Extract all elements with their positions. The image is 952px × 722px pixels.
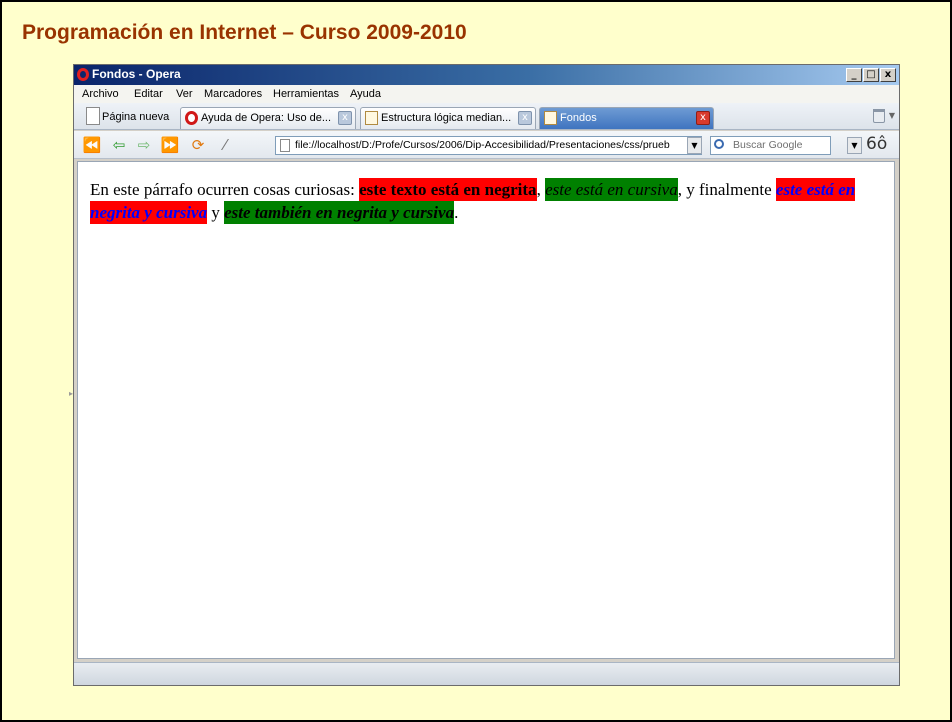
menu-editar[interactable]: Editar [134, 88, 163, 100]
address-input[interactable]: file://localhost/D:/Profe/Cursos/2006/Di… [295, 139, 680, 151]
glasses-icon[interactable]: 6ô [866, 134, 887, 154]
menu-bar: Archivo Editar Ver Marcadores Herramient… [74, 85, 899, 103]
title-bar[interactable]: Fondos - Opera _ □ x [74, 65, 899, 85]
document-icon [365, 111, 378, 125]
paragraph: En este párrafo ocurren cosas curiosas: … [90, 178, 884, 224]
menu-ver[interactable]: Ver [176, 88, 193, 100]
separator-text: , [536, 180, 546, 199]
bold-red-text: este texto está en negrita [359, 178, 537, 201]
new-page-label: Página nueva [102, 111, 170, 123]
page-content: En este párrafo ocurren cosas curiosas: … [77, 161, 895, 659]
address-bar[interactable]: file://localhost/D:/Profe/Cursos/2006/Di… [275, 136, 702, 155]
window-title: Fondos - Opera [92, 67, 181, 81]
search-icon [714, 139, 724, 149]
tab-bar: Página nueva Ayuda de Opera: Uso de... x… [74, 103, 899, 130]
new-page-button[interactable]: Página nueva [82, 107, 178, 129]
slide-title: Programación en Internet – Curso 2009-20… [22, 21, 467, 44]
tab-opera-help[interactable]: Ayuda de Opera: Uso de... x [180, 107, 356, 129]
document-icon [544, 111, 557, 125]
maximize-button[interactable]: □ [863, 68, 879, 82]
tab-close-icon[interactable]: x [696, 111, 710, 125]
tab-label: Fondos [560, 112, 597, 124]
tab-label: Estructura lógica median... [381, 112, 512, 124]
slide: Programación en Internet – Curso 2009-20… [0, 0, 952, 722]
search-box[interactable]: Buscar Google [710, 136, 831, 155]
back-icon[interactable]: ⇦ [109, 136, 129, 154]
reload-icon[interactable]: ⟳ [188, 136, 208, 154]
italic-green-text: este está en cursiva [545, 178, 678, 201]
panel-handle-icon[interactable]: ▸ [69, 389, 73, 398]
opera-window: Fondos - Opera _ □ x Archivo Editar Ver … [69, 64, 900, 686]
intro-text: En este párrafo ocurren cosas curiosas: [90, 180, 360, 199]
status-bar [74, 662, 899, 685]
fast-forward-icon[interactable]: ⏩ [160, 136, 180, 154]
tab-label: Ayuda de Opera: Uso de... [201, 112, 332, 124]
separator-text: , y finalmente [677, 180, 776, 199]
separator-text: y [207, 203, 225, 222]
new-page-icon [86, 107, 100, 125]
tab-fondos[interactable]: Fondos x [539, 107, 714, 129]
menu-archivo[interactable]: Archivo [82, 88, 119, 100]
menu-ayuda[interactable]: Ayuda [350, 88, 381, 100]
bold-italic-green-text: este también en negrita y cursiva [224, 201, 455, 224]
opera-icon [185, 111, 198, 125]
trash-dropdown-icon[interactable]: ▼ [889, 111, 895, 120]
minimize-button[interactable]: _ [846, 68, 862, 82]
menu-marcadores[interactable]: Marcadores [204, 88, 262, 100]
forward-icon[interactable]: ⇨ [134, 136, 154, 154]
end-text: . [454, 203, 459, 222]
edit-icon[interactable]: ⁄ [215, 136, 235, 154]
rewind-icon[interactable]: ⏪ [82, 136, 102, 154]
opera-logo-icon [77, 68, 89, 81]
menu-herramientas[interactable]: Herramientas [273, 88, 339, 100]
close-button[interactable]: x [880, 68, 896, 82]
search-input[interactable]: Buscar Google [733, 139, 802, 151]
navigation-bar: ⏪ ⇦ ⇨ ⏩ ⟳ ⁄ file://localhost/D:/Profe/Cu… [74, 131, 899, 159]
trash-icon[interactable] [873, 109, 885, 123]
page-icon [280, 139, 290, 152]
address-dropdown-icon[interactable]: ▼ [687, 137, 702, 154]
search-dropdown-icon[interactable]: ▼ [847, 137, 862, 154]
tab-close-icon[interactable]: x [338, 111, 352, 125]
tab-estructura[interactable]: Estructura lógica median... x [360, 107, 536, 129]
tab-close-icon[interactable]: x [518, 111, 532, 125]
